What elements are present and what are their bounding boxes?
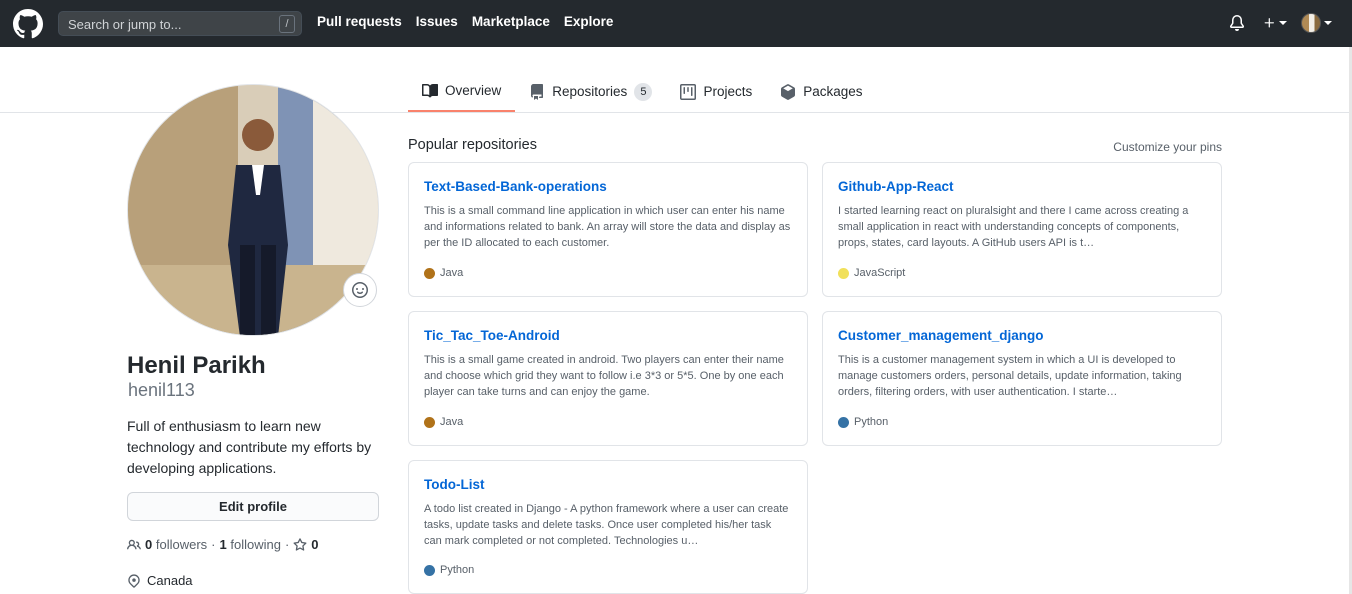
plus-icon	[1264, 18, 1274, 28]
global-nav: Pull requests Issues Marketplace Explore	[317, 14, 613, 29]
repo-icon	[531, 83, 544, 100]
pinned-repo-card: Customer_management_django This is a cus…	[822, 311, 1222, 446]
book-icon	[422, 83, 438, 97]
nav-explore[interactable]: Explore	[564, 14, 614, 29]
search-shortcut-key: /	[279, 15, 295, 33]
tab-label: Repositories	[552, 84, 628, 99]
profile-name: Henil Parikh	[127, 352, 266, 379]
tab-label: Projects	[703, 84, 753, 99]
profile-tabs: Overview Repositories 5 Projects Package…	[408, 71, 877, 112]
profile-photo	[128, 85, 378, 335]
followers-link[interactable]: 0 followers	[145, 537, 207, 552]
language-color-dot	[424, 416, 435, 428]
following-label: following	[230, 537, 281, 552]
package-icon	[781, 83, 796, 100]
header-actions	[1225, 12, 1332, 34]
language-name: Java	[440, 416, 464, 428]
repo-language: Java	[424, 416, 463, 428]
repo-description: A todo list created in Django - A python…	[424, 503, 789, 547]
customize-pins-link[interactable]: Customize your pins	[1113, 140, 1222, 154]
project-icon	[680, 83, 697, 100]
profile-avatar[interactable]	[127, 84, 379, 336]
tab-label: Overview	[445, 83, 502, 98]
language-name: Java	[440, 267, 464, 279]
language-name: Python	[854, 416, 889, 428]
chevron-down-icon	[1279, 21, 1287, 25]
tab-packages[interactable]: Packages	[766, 71, 876, 112]
pinned-repo-card: Github-App-React I started learning reac…	[822, 162, 1222, 297]
repo-language: Python	[424, 564, 474, 576]
pinned-repo-card: Text-Based-Bank-operations This is a sma…	[408, 162, 808, 297]
language-color-dot	[838, 267, 849, 279]
repo-link[interactable]: Customer_management_django	[838, 328, 1206, 343]
bell-icon[interactable]	[1225, 12, 1249, 34]
language-color-dot	[838, 416, 849, 428]
user-menu-dropdown[interactable]	[1301, 13, 1332, 33]
profile-username: henil113	[128, 380, 195, 400]
create-new-dropdown[interactable]	[1263, 12, 1287, 34]
language-name: Python	[440, 564, 475, 576]
nav-marketplace[interactable]: Marketplace	[472, 14, 550, 29]
followers-count: 0	[145, 537, 153, 552]
profile-bio: Full of enthusiasm to learn new technolo…	[127, 418, 372, 476]
avatar	[1301, 13, 1321, 33]
edit-profile-button[interactable]: Edit profile	[127, 492, 379, 521]
set-status-button[interactable]	[343, 273, 377, 307]
search-input[interactable]: Search or jump to... /	[58, 11, 302, 36]
repo-description: This is a customer management system in …	[838, 354, 1182, 398]
tab-overview[interactable]: Overview	[408, 71, 516, 112]
following-link[interactable]: 1 following	[220, 537, 281, 552]
follow-stats: 0 followers · 1 following · 0	[127, 537, 319, 552]
separator-dot: ·	[284, 537, 290, 552]
language-color-dot	[424, 564, 435, 576]
location-text: Canada	[147, 573, 193, 588]
repo-language: JavaScript	[838, 267, 905, 279]
separator-dot: ·	[211, 537, 216, 552]
following-count: 1	[219, 537, 227, 552]
pinned-repo-card: Todo-List A todo list created in Django …	[408, 460, 808, 594]
tab-label: Packages	[803, 84, 863, 99]
repo-count-badge: 5	[634, 82, 653, 101]
pinned-repo-card: Tic_Tac_Toe-Android This is a small game…	[408, 311, 808, 446]
search-placeholder: Search or jump to...	[68, 17, 182, 32]
repo-link[interactable]: Github-App-React	[838, 179, 1206, 194]
language-color-dot	[424, 267, 435, 279]
profile-location: Canada	[127, 573, 193, 588]
smiley-icon	[352, 282, 368, 298]
repo-language: Python	[838, 416, 888, 428]
repo-language: Java	[424, 267, 463, 279]
global-header: Search or jump to... / Pull requests Iss…	[0, 0, 1352, 47]
stars-link[interactable]: 0	[293, 537, 319, 552]
repo-description: This is a small game created in android.…	[424, 354, 784, 398]
tab-projects[interactable]: Projects	[666, 71, 766, 112]
stars-count: 0	[311, 537, 319, 552]
repo-link[interactable]: Tic_Tac_Toe-Android	[424, 328, 792, 343]
star-icon	[293, 537, 307, 551]
language-name: JavaScript	[854, 267, 906, 279]
nav-issues[interactable]: Issues	[416, 14, 458, 29]
tab-repositories[interactable]: Repositories 5	[515, 71, 666, 112]
nav-pull-requests[interactable]: Pull requests	[317, 14, 402, 29]
github-logo-icon[interactable]	[13, 9, 43, 39]
people-icon	[127, 539, 141, 549]
repo-description: I started learning react on pluralsight …	[838, 205, 1189, 249]
location-icon	[128, 573, 140, 588]
chevron-down-icon	[1324, 21, 1332, 25]
followers-label: followers	[155, 537, 208, 552]
repo-description: This is a small command line application…	[424, 205, 791, 249]
repo-link[interactable]: Text-Based-Bank-operations	[424, 179, 792, 194]
popular-repos-title: Popular repositories	[408, 137, 537, 153]
repo-link[interactable]: Todo-List	[424, 477, 792, 492]
